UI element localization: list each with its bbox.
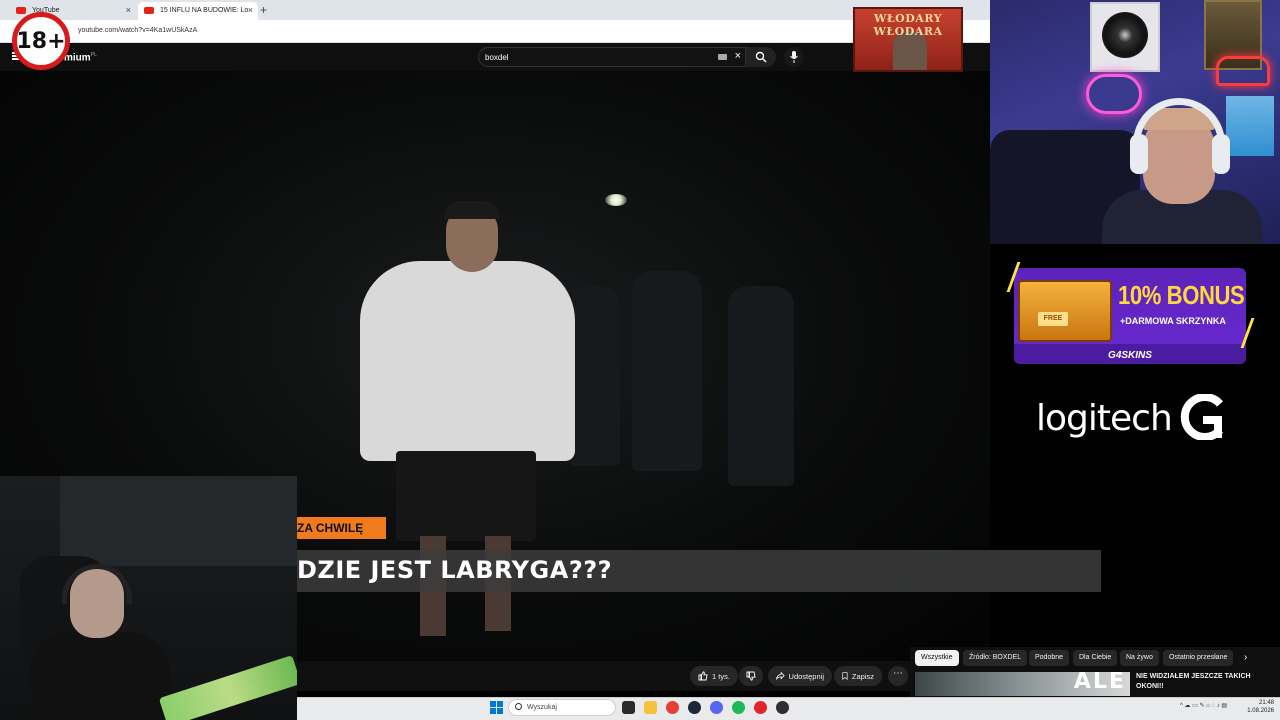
- screen: YouTube × 15 INFLU NA BUDOWIE: Lo × + yo…: [0, 0, 1280, 720]
- logitech-g-icon: [1180, 394, 1224, 440]
- like-button[interactable]: 1 tys.: [690, 666, 738, 686]
- clock-date: 1.08.2026: [1247, 708, 1274, 714]
- share-button[interactable]: Udostępnij: [768, 666, 832, 686]
- tab-video[interactable]: 15 INFLU NA BUDOWIE: Lo ×: [138, 2, 258, 20]
- recommended-video-title[interactable]: NIE WIDZIAŁEM JESZCZE TAKICH OKONI!!: [1136, 672, 1266, 692]
- streamer-webcam: [990, 0, 1280, 244]
- browser-tabstrip: YouTube × 15 INFLU NA BUDOWIE: Lo × +: [0, 0, 990, 20]
- person-body: [30, 632, 170, 720]
- new-tab-button[interactable]: +: [260, 3, 267, 17]
- share-icon: [776, 671, 785, 680]
- background-person: [632, 271, 702, 471]
- tab-close-icon[interactable]: ×: [126, 5, 131, 15]
- share-label: Udostępnij: [788, 671, 824, 681]
- bonus-text: 10% BONUS: [1118, 280, 1245, 310]
- clear-search-icon[interactable]: ×: [735, 50, 741, 62]
- g4skins-ad-banner[interactable]: FREE 10% BONUS +DARMOWA SKRZYNKA G4SKINS: [1014, 268, 1246, 364]
- tab-close-icon[interactable]: ×: [248, 5, 253, 15]
- thumbs-up-icon: [698, 671, 708, 681]
- second-webcam: [0, 476, 297, 720]
- lit-shelf: [1226, 96, 1274, 156]
- chevron-right-icon[interactable]: ›: [1244, 652, 1247, 663]
- logo-text: mium: [64, 52, 91, 64]
- bonus-subtext: +DARMOWA SKRZYNKA: [1120, 316, 1226, 326]
- address-bar[interactable]: youtube.com/watch?v=4Ka1wUSkAzA: [0, 20, 990, 43]
- spotify-icon[interactable]: [732, 701, 745, 714]
- neon-sign-red: [1216, 56, 1270, 86]
- thumbnail-text: ALE: [1073, 672, 1126, 694]
- video-tag-label: ZA CHWILĘ: [297, 517, 386, 539]
- windows-start-icon[interactable]: [490, 701, 503, 714]
- dislike-button[interactable]: [739, 666, 763, 686]
- search-icon: [515, 703, 522, 710]
- poster-line-1: WŁODARY: [874, 12, 942, 25]
- wlodary-poster: WŁODARY WŁODARA: [853, 7, 963, 72]
- steam-icon[interactable]: [688, 701, 701, 714]
- poster-line-2: WŁODARA: [873, 25, 943, 38]
- background-person: [728, 286, 794, 486]
- youtube-header: miumPL ×: [0, 43, 990, 71]
- video-caption: DZIE JEST LABRYGA???: [297, 556, 613, 584]
- vinyl-record: [1102, 12, 1148, 58]
- background-person: [570, 286, 620, 466]
- crate-icon: [1018, 280, 1112, 342]
- search-box[interactable]: ×: [478, 47, 746, 67]
- chip-for-you[interactable]: Dla Ciebie: [1073, 650, 1118, 666]
- taskbar-search-placeholder: Wyszukaj: [527, 704, 557, 711]
- bookmark-icon: [842, 672, 848, 681]
- task-view-icon[interactable]: [622, 701, 635, 714]
- file-explorer-icon[interactable]: [644, 701, 657, 714]
- youtube-logo[interactable]: miumPL: [64, 52, 97, 63]
- youtube-favicon-icon: [144, 7, 154, 14]
- g4skins-logo: G4SKINS: [1108, 350, 1152, 361]
- mic-icon: [790, 51, 798, 63]
- logitech-logo: logitech: [1036, 398, 1173, 439]
- search-button[interactable]: [746, 47, 776, 67]
- voice-search-button[interactable]: [784, 47, 804, 67]
- url-text[interactable]: youtube.com/watch?v=4Ka1wUSkAzA: [78, 27, 197, 34]
- chrome-icon[interactable]: [666, 701, 679, 714]
- clock-time: 21:48: [1258, 700, 1274, 706]
- save-button[interactable]: Zapisz: [834, 666, 882, 686]
- age-rating-badge: 18+: [12, 12, 70, 70]
- recommended-video-thumbnail[interactable]: ALE: [915, 672, 1130, 696]
- chip-source-boxdel[interactable]: Źródło: BOXDEL: [963, 650, 1028, 666]
- more-actions-button[interactable]: ⋯: [888, 666, 908, 686]
- system-tray[interactable]: ^ ☁ ▭ ✎ ⌂ ◌ ♪ ▤: [1180, 702, 1227, 709]
- save-label: Zapisz: [851, 671, 874, 681]
- like-count: 1 tys.: [712, 671, 730, 681]
- youtube-favicon-icon: [16, 7, 26, 14]
- street-lamp: [605, 194, 627, 206]
- free-label: FREE: [1038, 312, 1068, 326]
- chip-live[interactable]: Na żywo: [1120, 650, 1159, 666]
- taskbar-clock[interactable]: 21:48 1.08.2026: [1240, 699, 1274, 715]
- rgb-keyboard: [158, 655, 297, 720]
- search-input[interactable]: [485, 51, 705, 64]
- taskbar-search[interactable]: Wyszukaj: [508, 699, 616, 716]
- app-red-icon[interactable]: [754, 701, 767, 714]
- tab-label: 15 INFLU NA BUDOWIE: Lo: [160, 7, 249, 14]
- keyboard-icon[interactable]: [718, 54, 727, 60]
- obs-icon[interactable]: [776, 701, 789, 714]
- thumbs-down-icon: [746, 671, 756, 681]
- chip-similar[interactable]: Podobne: [1029, 650, 1070, 666]
- logo-country: PL: [90, 52, 97, 58]
- chip-all[interactable]: Wszystkie: [915, 650, 959, 666]
- chip-recently-uploaded[interactable]: Ostatnio przesłane: [1163, 650, 1234, 666]
- search-icon: [755, 51, 767, 63]
- discord-icon[interactable]: [710, 701, 723, 714]
- neon-sign-pink: [1086, 74, 1142, 114]
